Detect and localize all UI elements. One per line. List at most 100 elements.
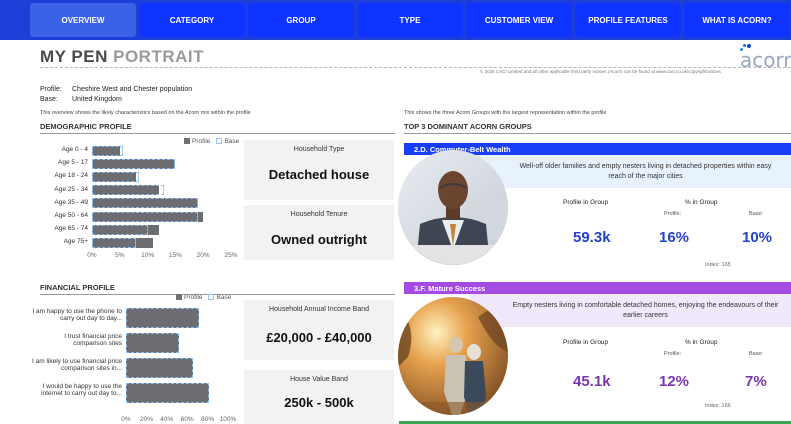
group-1-pct-base: 10% — [742, 229, 773, 246]
couple-walking-image-icon — [398, 297, 508, 415]
group-1-description: Well-off older families and empty nester… — [470, 155, 791, 188]
chart-category-label: Age 50 - 64 — [54, 212, 88, 219]
profile-meta: Profile: Cheshire West and Chester popula… — [40, 86, 192, 93]
group-1-pct-profile: 16% — [659, 229, 690, 246]
logo-text: acorn — [740, 48, 791, 72]
house-value-card: House Value Band 250k - 500k — [244, 370, 394, 424]
group-1-base-sub: Base: — [749, 211, 764, 217]
chart-tick-label: 10% — [141, 252, 155, 259]
chart-tick-label: 0% — [121, 416, 131, 423]
tab-profile-features[interactable]: PROFILE FEATURES — [575, 3, 681, 37]
base-value: United Kingdom — [72, 96, 122, 103]
chart-bar-base — [92, 185, 165, 196]
chart-bar-base — [126, 383, 209, 403]
household-type-card: Household Type Detached house — [244, 140, 394, 200]
chart-category-label: Age 0 - 4 — [61, 146, 88, 153]
legend-profile-text: Profile — [184, 294, 203, 301]
office-worker-image-icon — [398, 150, 508, 265]
chart-category-label: Age 75+ — [63, 238, 88, 246]
chart-category-label: Age 5 - 17 — [58, 159, 88, 167]
acorn-logo: acorn — [737, 44, 791, 72]
household-tenure-card: Household Tenure Owned outright — [244, 205, 394, 260]
tab-type[interactable]: TYPE — [357, 3, 463, 37]
household-tenure-label: Household Tenure — [290, 211, 348, 218]
group-2-profile-sub: Profile: — [664, 351, 682, 357]
group-2-pct-in-group-label: % in Group — [685, 339, 718, 346]
page-title-part2: PORTRAIT — [113, 47, 204, 66]
chart-category-label: I would be happy to use the internet to … — [41, 383, 122, 397]
chart-category-label: Age 18 - 24 — [54, 172, 88, 180]
income-band-label: Household Annual Income Band — [268, 306, 370, 313]
chart-tick-label: 20% — [196, 252, 210, 259]
chart-tick-label: 15% — [168, 252, 182, 259]
title-divider — [40, 67, 791, 68]
chart-bar-base — [92, 237, 137, 248]
group-2-pct-profile: 12% — [659, 373, 690, 390]
group-1-index: Index: 165 — [705, 262, 731, 268]
chart-bar-base — [92, 211, 198, 222]
income-band-value: £20,000 - £40,000 — [266, 330, 372, 345]
household-type-value: Detached house — [268, 167, 370, 182]
group-2-index: Index: 166 — [705, 403, 731, 409]
chart-bar-base — [92, 198, 198, 209]
group-2-base-sub: Base: — [749, 351, 764, 357]
page-title: MY PEN PORTRAIT — [40, 47, 204, 67]
group-1-profile-count: 59.3k — [573, 229, 611, 246]
legend-profile: Profile — [176, 294, 202, 301]
group-2-pct-base: 7% — [745, 373, 767, 390]
household-type-label: Household Type — [293, 146, 345, 153]
legend-base-swatch — [208, 294, 215, 301]
tab-overview[interactable]: OVERVIEW — [30, 3, 136, 37]
chart-tick-label: 60% — [180, 416, 194, 423]
group-2-profile-count: 45.1k — [573, 373, 611, 390]
chart-tick-label: 5% — [115, 252, 125, 259]
chart-category-label: Age 65 - 74 — [54, 225, 88, 233]
chart-tick-label: 0% — [87, 252, 97, 259]
chart-tick-label: 40% — [160, 416, 174, 423]
tab-customer-view[interactable]: CUSTOMER VIEW — [466, 3, 572, 37]
group-2-description: Empty nesters living in comfortable deta… — [470, 294, 791, 327]
demographic-heading: DEMOGRAPHIC PROFILE — [40, 122, 395, 134]
group-1-pct-in-group-label: % in Group — [685, 199, 718, 206]
left-note: This overview shows the likely character… — [40, 110, 251, 116]
group-1-profile-in-group-label: Profile in Group — [563, 199, 609, 206]
top-navigation: OVERVIEW CATEGORY GROUP TYPE CUSTOMER VI… — [0, 0, 791, 40]
chart-bar-base — [92, 224, 148, 235]
group-1-photo — [398, 150, 508, 265]
financial-chart: I am happy to use the phone to carry out… — [30, 302, 242, 424]
group-2-profile-in-group-label: Profile in Group — [563, 339, 609, 346]
group-2-photo — [398, 297, 508, 415]
group-1-profile-sub: Profile: — [664, 211, 682, 217]
chart-bar-base — [92, 145, 123, 156]
chart-bar-base — [126, 308, 200, 328]
chart-tick-label: 25% — [224, 252, 238, 259]
chart-tick-label: 100% — [219, 416, 237, 423]
chart-category-label: I am happy to use the phone to carry out… — [32, 308, 122, 322]
income-band-card: Household Annual Income Band £20,000 - £… — [244, 300, 394, 360]
chart-bar-base — [92, 171, 140, 182]
tab-category[interactable]: CATEGORY — [139, 3, 245, 37]
base-key: Base: — [40, 96, 58, 103]
financial-legend: Profile Base — [176, 294, 231, 301]
household-tenure-value: Owned outright — [270, 232, 368, 247]
group-2-header: 3.F. Mature Success — [404, 282, 791, 294]
chart-tick-label: 20% — [139, 416, 153, 423]
groups-heading: TOP 3 DOMINANT ACORN GROUPS — [404, 122, 791, 134]
tab-group[interactable]: GROUP — [248, 3, 354, 37]
chart-category-label: I trust financial price comparison sites — [64, 333, 122, 347]
chart-category-label: Age 25 - 34 — [54, 185, 88, 193]
tab-what-is-acorn[interactable]: WHAT IS ACORN? — [684, 3, 790, 37]
chart-bar-base — [126, 358, 194, 378]
house-value-label: House Value Band — [290, 376, 348, 383]
house-value-value: 250k - 500k — [284, 395, 354, 410]
demographic-chart: Age 0 - 4 Age 5 - 17 Age 18 - 24 Age 25 - 3… — [40, 144, 240, 264]
legend-base-text: Base — [216, 294, 232, 301]
chart-bar-base — [126, 333, 180, 353]
base-meta: Base: United Kingdom — [40, 96, 122, 103]
profile-value: Cheshire West and Chester population — [72, 86, 193, 93]
chart-category-label: I am likely to use financial price compa… — [32, 358, 122, 372]
profile-key: Profile: — [40, 86, 62, 93]
legend-profile-swatch — [176, 294, 182, 301]
copyright-notice: © 2026 CACI Limited and all other applic… — [480, 69, 721, 74]
legend-base: Base — [208, 294, 231, 301]
